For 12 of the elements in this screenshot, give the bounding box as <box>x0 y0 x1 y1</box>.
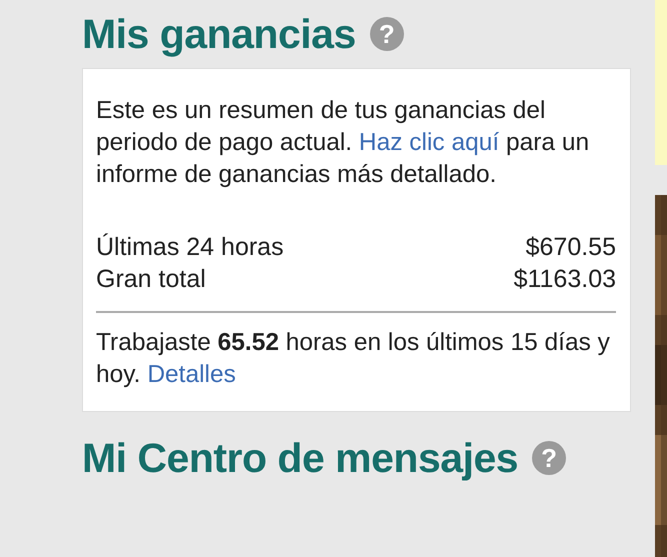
earnings-label: Gran total <box>96 264 206 295</box>
section-title: Mi Centro de mensajes <box>82 434 518 482</box>
intro-text: Este es un resumen de tus ganancias del periodo de pago actual. Haz clic aquí para un informe de ganancias más detallado. <box>96 96 590 190</box>
earnings-value: $1163.03 <box>514 264 616 295</box>
earnings-value: $670.55 <box>526 232 616 263</box>
hours-text: Trabajaste 65.52 horas en los últimos 15 días y hoy. Detalles <box>96 328 611 390</box>
section-title: Mis ganancias <box>82 10 356 58</box>
report-link[interactable]: Haz clic aquí <box>358 129 500 156</box>
earnings-label: Últimas 24 horas <box>96 232 284 263</box>
details-link[interactable]: Detalles <box>147 361 236 388</box>
help-icon[interactable]: ? <box>370 17 404 51</box>
help-icon[interactable]: ? <box>532 441 566 475</box>
